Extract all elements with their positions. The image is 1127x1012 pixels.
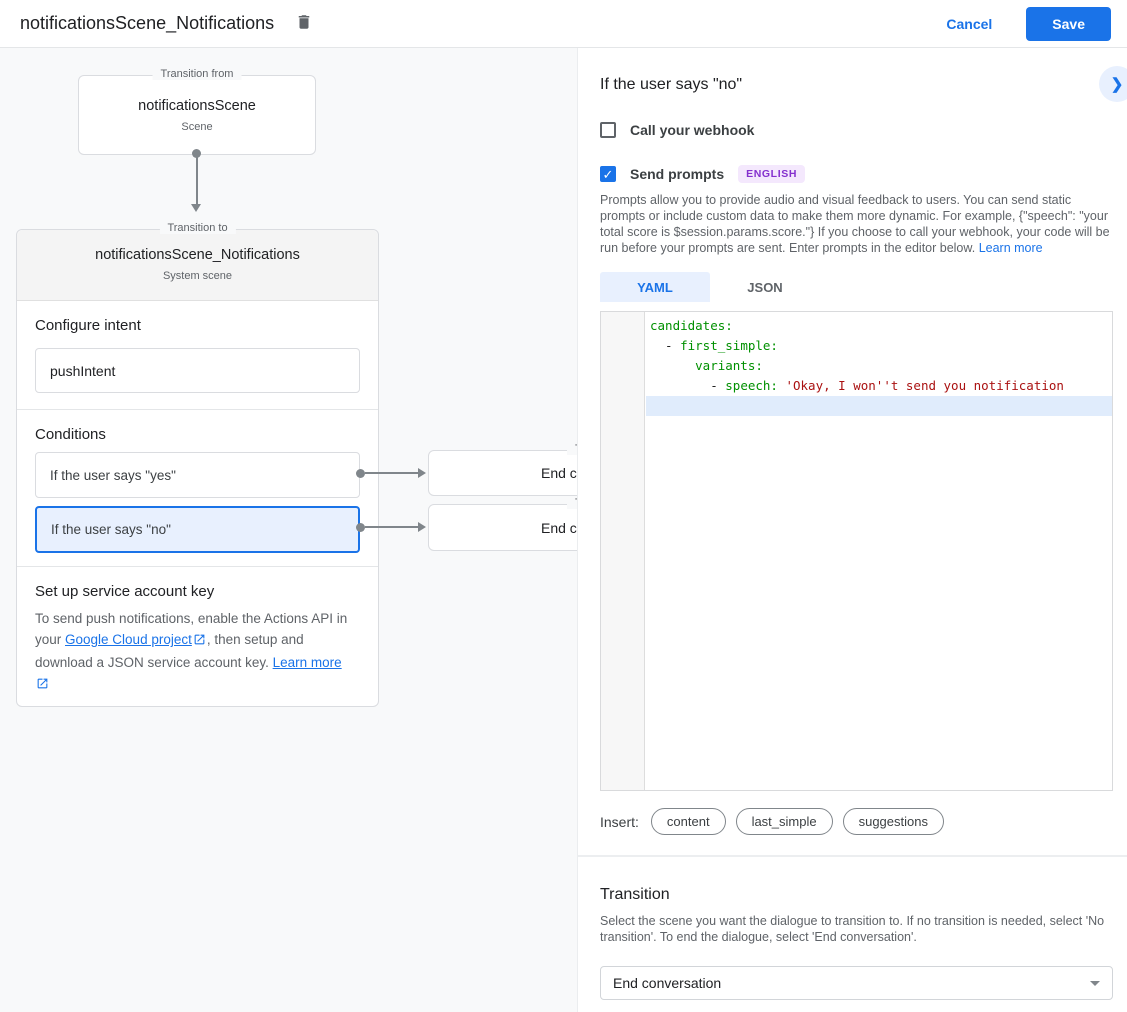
insert-row: Insert: content last_simple suggestions <box>600 808 1113 835</box>
intent-field[interactable]: pushIntent <box>35 348 360 393</box>
collapse-panel-button[interactable]: ❯ <box>1099 66 1127 102</box>
learn-more-link[interactable]: Learn more <box>979 241 1043 255</box>
code-token-string: 'Okay, I won''t send you notification <box>785 378 1063 393</box>
arrow-right-icon <box>418 522 426 532</box>
scene-header: notificationsScene_Notifications System … <box>17 230 378 301</box>
transition-from-box[interactable]: Transition from notificationsScene Scene <box>78 75 316 155</box>
send-prompts-row: ✓ Send prompts ENGLISH <box>600 164 1113 184</box>
connector-dot <box>356 523 365 532</box>
cancel-button[interactable]: Cancel <box>942 10 996 38</box>
learn-more-link[interactable]: Learn more <box>273 655 342 670</box>
service-account-section: Set up service account key To send push … <box>17 566 378 712</box>
conditions-label: Conditions <box>35 426 360 444</box>
code-token-key: speech: <box>725 378 778 393</box>
condition-title: If the user says "no" <box>600 74 1113 96</box>
send-prompts-checkbox[interactable]: ✓ <box>600 166 616 182</box>
dropdown-caret-icon <box>1090 981 1100 986</box>
tab-yaml[interactable]: YAML <box>600 272 710 302</box>
format-tabs: YAML JSON <box>600 272 1113 302</box>
service-account-title: Set up service account key <box>35 583 360 600</box>
code-editor-lines: ▾1candidates:▾2 - first_simple:▾3 varian… <box>646 312 1112 416</box>
call-webhook-label: Call your webhook <box>630 122 754 138</box>
transition-from-legend: Transition from <box>153 68 242 80</box>
section-divider <box>578 855 1127 857</box>
connector-line <box>365 472 419 474</box>
connector-line <box>365 526 419 528</box>
code-token-plain: - <box>650 378 725 393</box>
code-line[interactable]: 5 <box>646 396 1112 416</box>
code-line[interactable]: ▾1candidates: <box>646 316 1112 336</box>
checkmark-icon: ✓ <box>603 167 614 182</box>
end-box-title: End conversation <box>541 520 578 536</box>
code-editor[interactable]: ▾1candidates:▾2 - first_simple:▾3 varian… <box>600 311 1113 791</box>
prompts-description: Prompts allow you to provide audio and v… <box>600 192 1116 256</box>
app-header: notificationsScene_Notifications Cancel … <box>0 0 1127 48</box>
configure-intent-label: Configure intent <box>35 317 360 335</box>
main-content: Transition from notificationsScene Scene… <box>0 48 1127 1012</box>
code-line[interactable]: 4 - speech: 'Okay, I won''t send you not… <box>646 376 1112 396</box>
configure-intent-section: Configure intent pushIntent <box>17 301 378 409</box>
conditions-section: Conditions If the user says "yes" If the… <box>17 409 378 566</box>
code-token-plain <box>650 358 695 373</box>
scene-diagram-panel: Transition from notificationsScene Scene… <box>0 48 578 1012</box>
language-badge: ENGLISH <box>738 165 805 183</box>
chevron-right-icon: ❯ <box>1111 75 1124 93</box>
webhook-row: Call your webhook <box>600 120 1113 140</box>
google-cloud-project-link[interactable]: Google Cloud project <box>65 632 192 647</box>
code-token-key: first_simple: <box>680 338 778 353</box>
connector-line <box>196 156 198 205</box>
condition-item-yes[interactable]: If the user says "yes" <box>35 452 360 498</box>
condition-editor-panel: If the user says "no" ❯ Call your webhoo… <box>578 48 1127 1012</box>
scene-type: System scene <box>17 270 378 282</box>
external-link-icon[interactable] <box>36 675 49 696</box>
call-webhook-checkbox[interactable] <box>600 122 616 138</box>
send-prompts-label: Send prompts <box>630 166 724 182</box>
external-link-icon[interactable] <box>193 631 206 652</box>
transition-description: Select the scene you want the dialogue t… <box>600 913 1112 945</box>
code-token-plain: - <box>650 338 680 353</box>
condition-item-no[interactable]: If the user says "no" <box>35 506 360 553</box>
code-line[interactable]: ▾2 - first_simple: <box>646 336 1112 356</box>
transition-to-box: Transition to notificationsScene_Notific… <box>16 229 379 707</box>
insert-suggestions-button[interactable]: suggestions <box>843 808 944 835</box>
transition-title: Transition <box>600 885 1113 905</box>
header-actions: Cancel Save <box>942 7 1111 41</box>
tab-json[interactable]: JSON <box>710 272 820 302</box>
end-box-title: End conversation <box>541 465 578 481</box>
end-conversation-box[interactable]: Transition to End conversation <box>428 504 578 551</box>
insert-content-button[interactable]: content <box>651 808 726 835</box>
insert-label: Insert: <box>600 814 639 830</box>
transition-to-legend: Transition to <box>159 222 235 234</box>
trash-icon <box>295 13 313 34</box>
scene-name: notificationsScene_Notifications <box>17 247 378 263</box>
transition-select-value: End conversation <box>613 975 721 991</box>
connector-dot <box>356 469 365 478</box>
save-button[interactable]: Save <box>1026 7 1111 41</box>
from-scene-name: notificationsScene <box>79 98 315 114</box>
from-scene-type: Scene <box>79 121 315 133</box>
editor-gutter <box>601 312 645 790</box>
end-conversation-box[interactable]: Transition to End conversation <box>428 450 578 496</box>
arrow-down-icon <box>191 204 201 212</box>
arrow-right-icon <box>418 468 426 478</box>
service-account-text: To send push notifications, enable the A… <box>35 608 360 696</box>
page-title: notificationsScene_Notifications <box>20 13 274 34</box>
insert-last-simple-button[interactable]: last_simple <box>736 808 833 835</box>
code-token-key: variants: <box>695 358 763 373</box>
end-box-legend: Transition to <box>567 443 578 455</box>
transition-select[interactable]: End conversation <box>600 966 1113 1000</box>
code-token-key: candidates: <box>650 318 733 333</box>
code-line[interactable]: ▾3 variants: <box>646 356 1112 376</box>
delete-scene-button[interactable] <box>292 12 316 36</box>
end-box-legend: Transition to <box>567 497 578 509</box>
